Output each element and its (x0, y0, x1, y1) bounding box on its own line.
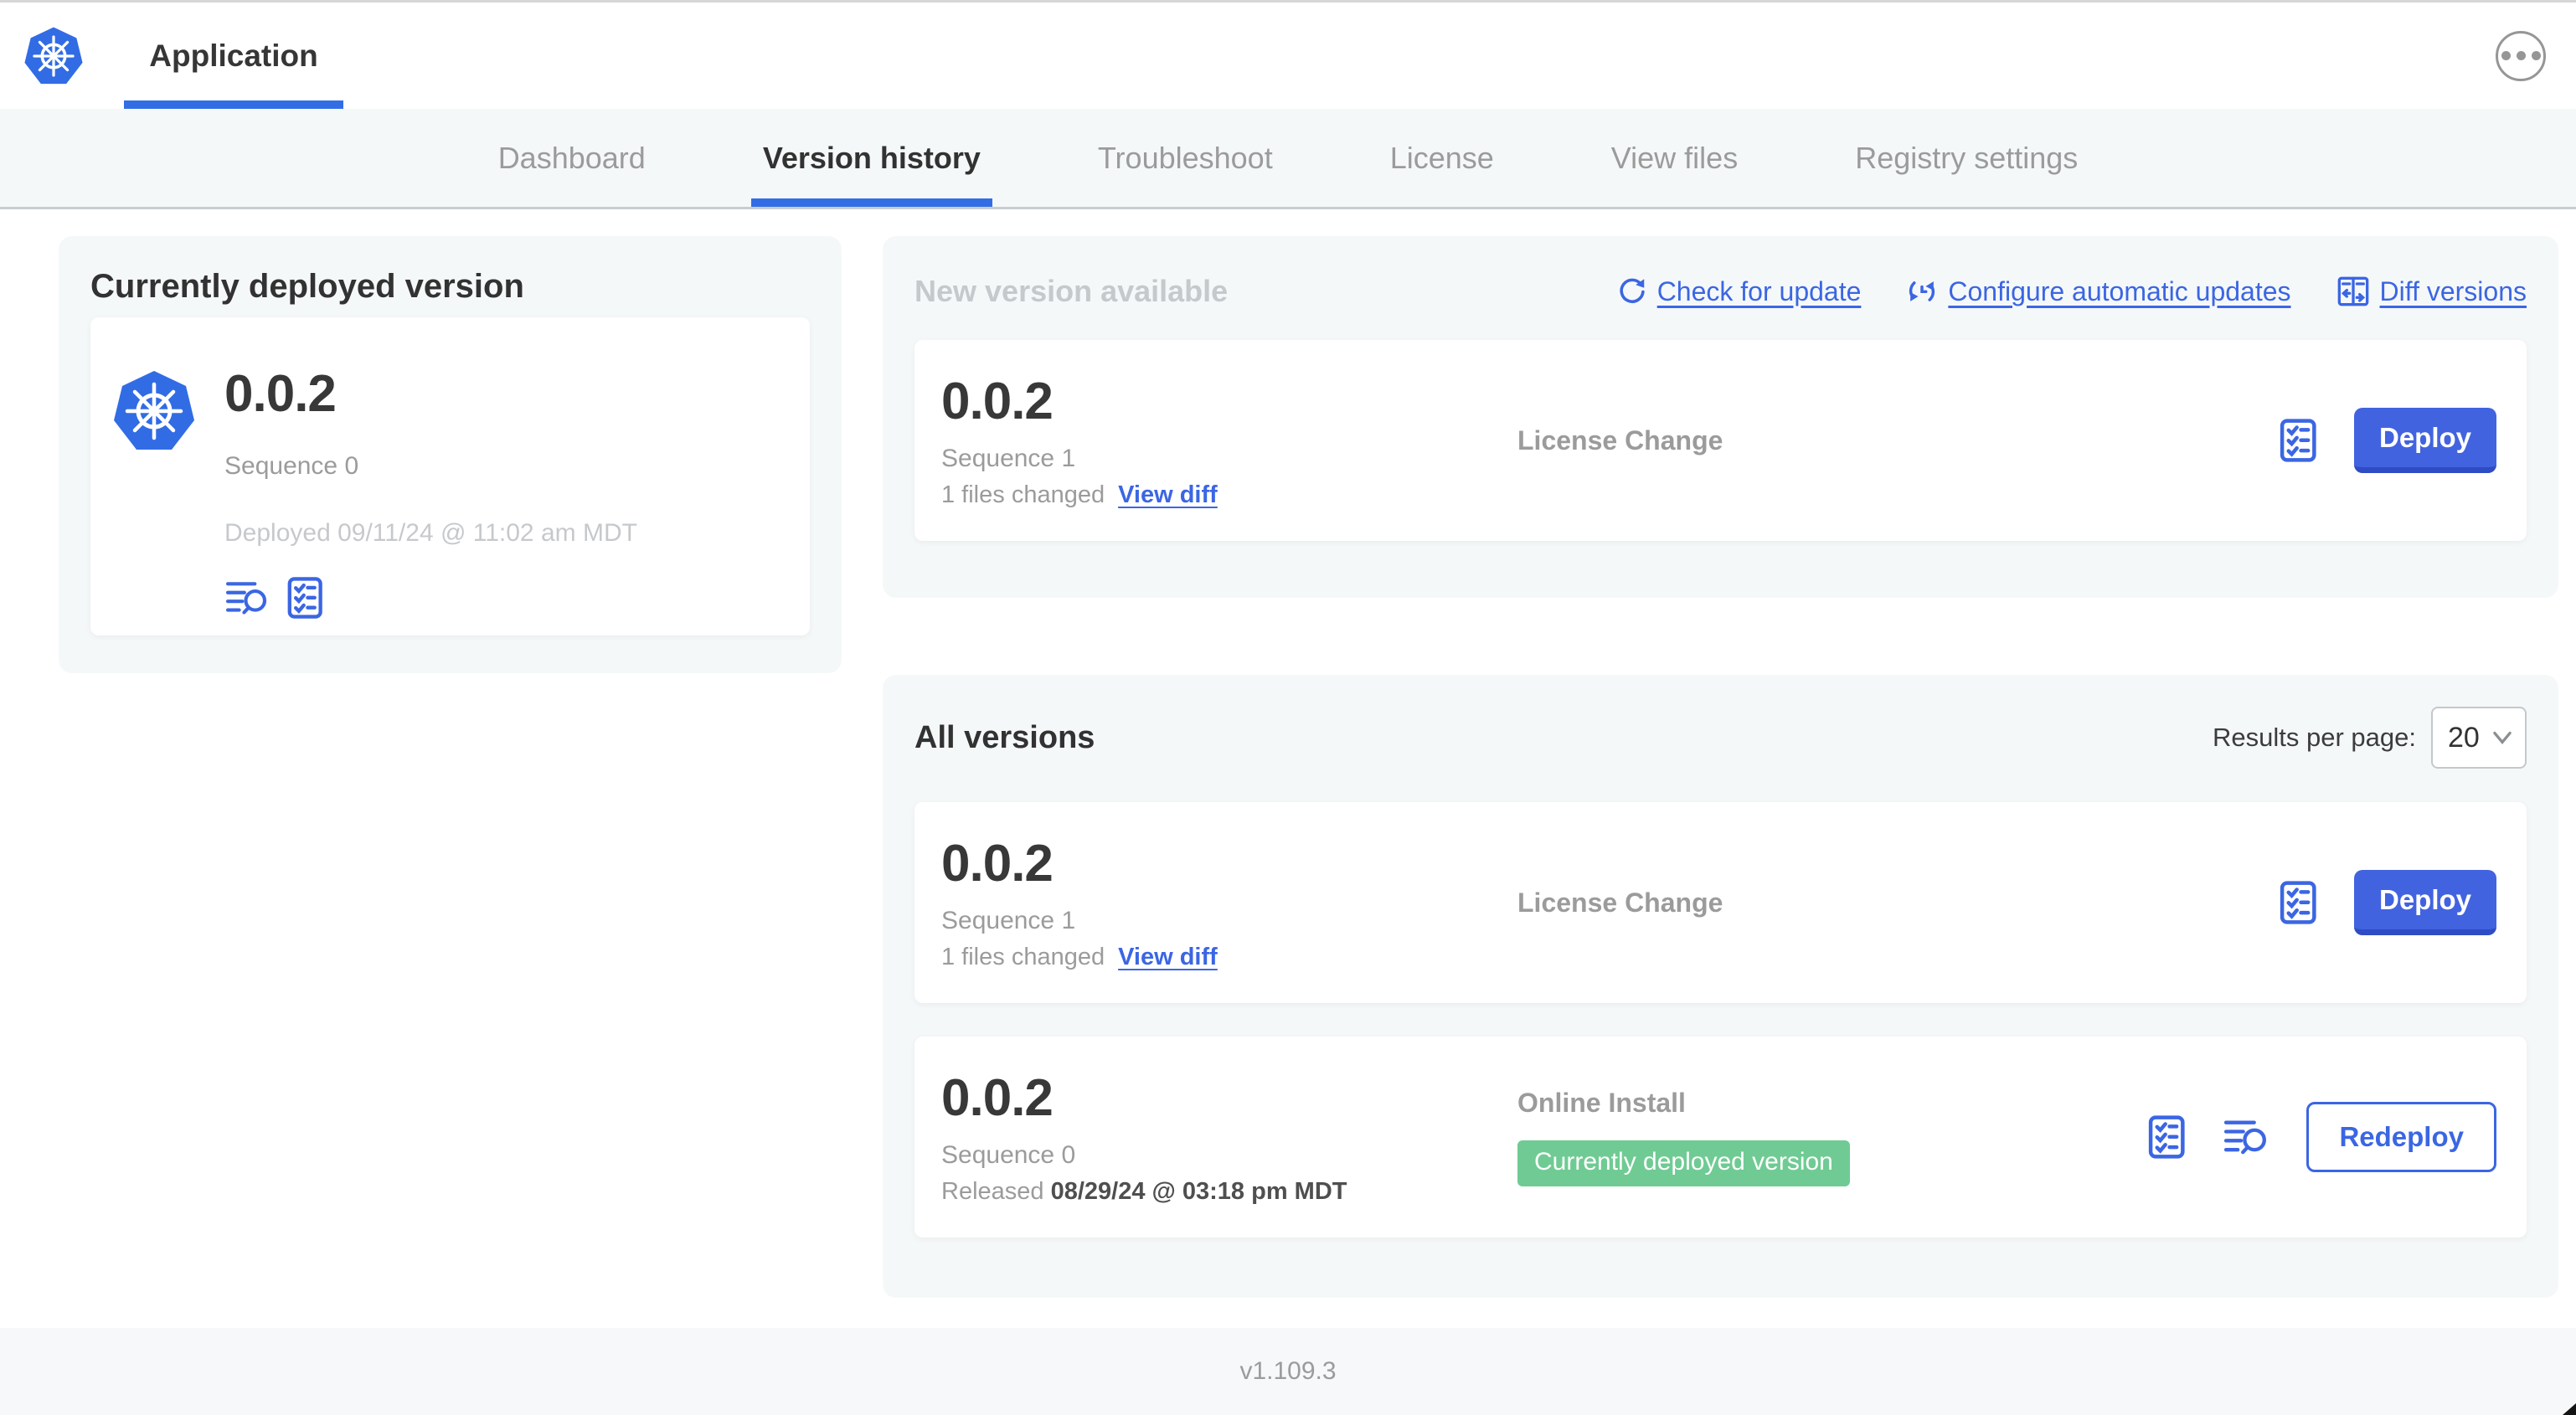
deploy-button[interactable]: Deploy (2354, 870, 2496, 935)
app-tab[interactable]: Application (124, 3, 343, 109)
tab-view-files[interactable]: View files (1600, 109, 1749, 207)
current-deployed-timestamp: Deployed 09/11/24 @ 11:02 am MDT (224, 519, 637, 547)
currently-deployed-title: Currently deployed version (90, 268, 524, 305)
tab-registry-settings[interactable]: Registry settings (1843, 109, 2089, 207)
preflight-checklist-icon[interactable] (2277, 880, 2319, 925)
files-changed: 1 files changed (941, 944, 1105, 970)
version-source: Online Install (1517, 1088, 1686, 1118)
all-versions-panel: All versions Results per page: 20 0.0.2 … (883, 675, 2558, 1298)
results-per-page-label: Results per page: (2213, 723, 2416, 752)
redeploy-button[interactable]: Redeploy (2306, 1102, 2496, 1172)
main-content: Currently deployed version 0.0.2 Sequenc… (0, 209, 2576, 1328)
app-title: Application (149, 38, 318, 73)
configure-automatic-updates-label: Configure automatic updates (1948, 275, 2291, 306)
version-source: License Change (1517, 424, 1723, 455)
page-size-value: 20 (2448, 721, 2480, 754)
version-number: 0.0.2 (941, 373, 1054, 430)
kots-admin-console: Application Dashboard Version history Tr… (0, 0, 2576, 1415)
console-version: v1.109.3 (1239, 1357, 1337, 1385)
top-bar: Application (0, 0, 2576, 109)
version-sequence: Sequence 0 (941, 1141, 1076, 1169)
check-for-update-link[interactable]: Check for update (1617, 275, 1862, 307)
currently-deployed-badge: Currently deployed version (1517, 1140, 1850, 1186)
version-number: 0.0.2 (941, 835, 1054, 893)
app-icon (112, 368, 196, 455)
version-row-sequence-0: 0.0.2 Sequence 0 Released 08/29/24 @ 03:… (914, 1037, 2527, 1237)
ellipsis-icon (2501, 51, 2541, 60)
more-options-button[interactable] (2496, 30, 2546, 81)
currently-deployed-panel: Currently deployed version 0.0.2 Sequenc… (59, 236, 842, 673)
deploy-button[interactable]: Deploy (2354, 408, 2496, 473)
current-version-card: 0.0.2 Sequence 0 Deployed 09/11/24 @ 11:… (90, 317, 810, 635)
refresh-icon (1620, 278, 1645, 303)
current-version-number: 0.0.2 (224, 365, 337, 423)
chevron-down-icon (2493, 731, 2512, 745)
new-version-title: New version available (914, 274, 1229, 308)
footer: v1.109.3 (0, 1328, 2576, 1415)
tab-dashboard[interactable]: Dashboard (487, 109, 657, 207)
check-for-update-label: Check for update (1656, 275, 1862, 306)
version-row-sequence-1: 0.0.2 Sequence 1 1 files changed View di… (914, 802, 2527, 1003)
page-size-select[interactable]: 20 (2431, 707, 2527, 769)
version-source: License Change (1517, 887, 1723, 918)
new-version-row: 0.0.2 Sequence 1 1 files changed View di… (914, 340, 2527, 541)
new-version-panel: New version available Check for update C… (883, 236, 2558, 598)
active-app-tab-underline (124, 100, 343, 109)
deploy-logs-icon[interactable] (224, 577, 271, 619)
preflight-checklist-icon[interactable] (2277, 418, 2319, 463)
diff-icon (2337, 276, 2368, 306)
version-number: 0.0.2 (941, 1069, 1054, 1127)
tab-troubleshoot[interactable]: Troubleshoot (1086, 109, 1285, 207)
diff-versions-link[interactable]: Diff versions (2336, 275, 2527, 308)
auto-update-icon (1909, 281, 1935, 301)
view-diff-link[interactable]: View diff (1118, 481, 1218, 509)
view-diff-link[interactable]: View diff (1118, 944, 1218, 971)
configure-automatic-updates-link[interactable]: Configure automatic updates (1906, 275, 2291, 307)
tab-license[interactable]: License (1378, 109, 1506, 207)
current-sequence: Sequence 0 (224, 452, 359, 480)
kubernetes-logo-icon (23, 25, 84, 85)
deploy-logs-icon[interactable] (2223, 1115, 2271, 1159)
released-timestamp: Released 08/29/24 @ 03:18 pm MDT (941, 1178, 1347, 1205)
preflight-checklist-icon[interactable] (2146, 1114, 2187, 1160)
version-sequence: Sequence 1 (941, 907, 1076, 934)
preflight-checklist-icon[interactable] (285, 576, 325, 620)
all-versions-title: All versions (914, 719, 1095, 755)
diff-versions-label: Diff versions (2379, 275, 2527, 306)
tab-version-history[interactable]: Version history (750, 109, 993, 207)
app-subnav: Dashboard Version history Troubleshoot L… (0, 109, 2576, 209)
files-changed: 1 files changed (941, 481, 1105, 508)
version-sequence: Sequence 1 (941, 445, 1076, 472)
